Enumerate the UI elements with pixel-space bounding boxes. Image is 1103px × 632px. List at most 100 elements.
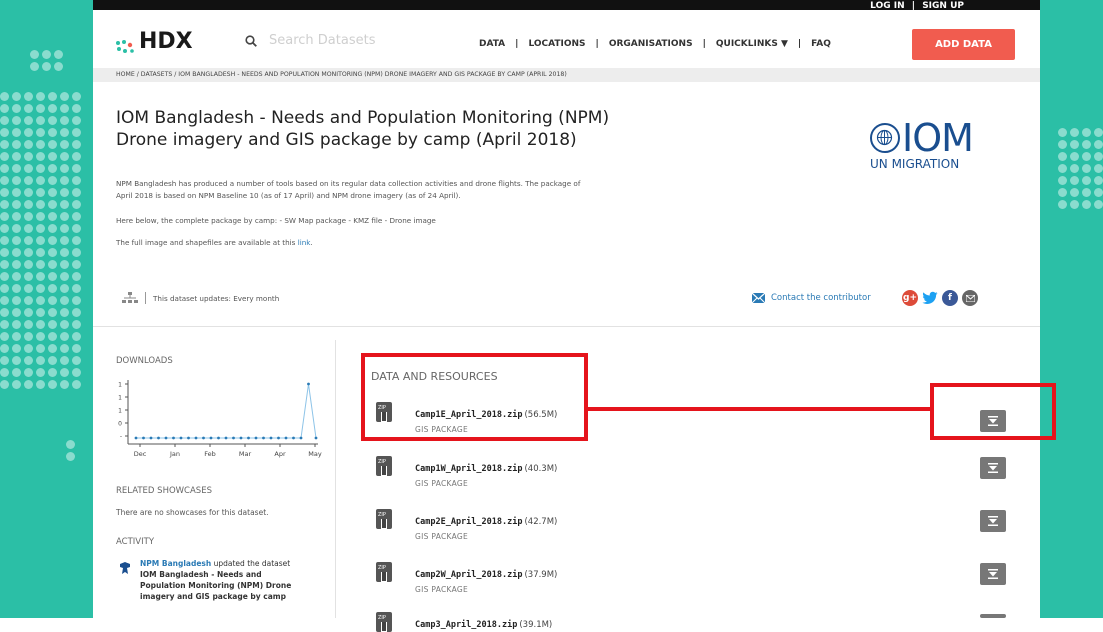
highlight-connector-line — [588, 407, 931, 411]
hdx-logo-icon — [115, 35, 135, 53]
dataset-description: NPM Bangladesh has produced a number of … — [116, 178, 726, 202]
resource-item[interactable]: ZIP Camp3_April_2018.zip (39.1M) — [376, 612, 552, 632]
search-input[interactable] — [267, 32, 391, 49]
nav-separator: | — [702, 39, 706, 49]
downloads-chart: 1 1 1 0 - Dec Jan Feb Mar Apr May — [118, 380, 322, 458]
chart-point — [142, 436, 145, 440]
downloads-heading: DOWNLOADS — [116, 356, 173, 366]
nav-separator: | — [797, 39, 802, 49]
shapefiles-link[interactable]: link — [298, 238, 311, 247]
left-dot-pattern — [30, 50, 63, 71]
resource-size: (37.9M) — [524, 570, 558, 580]
google-plus-icon[interactable]: g+ — [902, 290, 918, 306]
nav-faq[interactable]: FAQ — [811, 39, 831, 49]
hdx-logo-text: HDX — [139, 29, 193, 54]
chart-x-tick-label: May — [308, 450, 322, 458]
resource-name[interactable]: Camp2W_April_2018.zip — [415, 570, 522, 580]
left-background-panel — [0, 0, 93, 618]
download-button[interactable] — [980, 457, 1006, 479]
link-note-period: . — [310, 238, 313, 247]
chart-point — [254, 436, 258, 440]
chart-axes — [125, 380, 318, 447]
chart-x-tick-label: Jan — [169, 450, 180, 458]
chart-point — [269, 436, 273, 440]
nav-quicklinks[interactable]: QUICKLINKS ▼ — [716, 39, 788, 49]
highlight-box-download — [930, 383, 1056, 440]
resource-item[interactable]: ZIP Camp1W_April_2018.zip (40.3M) GIS PAC… — [376, 456, 557, 488]
link-note-text: The full image and shapefiles are availa… — [116, 238, 298, 247]
resource-name[interactable]: Camp2E_April_2018.zip — [415, 517, 522, 527]
download-button[interactable] — [980, 614, 1006, 618]
activity-heading: ACTIVITY — [116, 537, 155, 547]
resource-name[interactable]: Camp1W_April_2018.zip — [415, 464, 522, 474]
highlight-box-resource — [361, 353, 588, 441]
nav-data[interactable]: DATA — [479, 39, 505, 49]
download-button[interactable] — [980, 510, 1006, 532]
twitter-icon[interactable] — [922, 290, 938, 306]
zip-file-icon: ZIP — [376, 612, 392, 632]
activity-dataset-link[interactable]: IOM Bangladesh - Needs and Population Mo… — [140, 570, 291, 601]
chart-point — [232, 436, 235, 440]
activity-org-link[interactable]: NPM Bangladesh — [140, 559, 211, 568]
resource-item[interactable]: ZIP Camp2W_April_2018.zip (37.9M) GIS PAC… — [376, 562, 557, 594]
zip-file-icon: ZIP — [376, 562, 392, 582]
un-globe-icon — [870, 123, 900, 153]
account-links: LOG IN | SIGN UP — [866, 0, 964, 11]
chart-x-tick-label: Mar — [239, 450, 252, 458]
chart-point — [299, 436, 303, 440]
email-share-icon[interactable] — [962, 290, 978, 306]
nav-separator: | — [515, 39, 519, 49]
description-line2: April 2018 is based on NPM Baseline 10 (… — [116, 191, 461, 200]
chart-point — [292, 436, 295, 440]
chart-points — [134, 382, 318, 440]
chart-y-tick-label: 1 — [118, 408, 122, 415]
download-button[interactable] — [980, 563, 1006, 585]
chart-point — [277, 436, 280, 440]
main-nav: DATA | LOCATIONS | ORGANISATIONS | QUICK… — [479, 39, 831, 49]
download-icon — [988, 463, 998, 473]
section-divider — [93, 326, 1040, 327]
search-icon — [245, 34, 257, 47]
iom-logo-subtitle: UN MIGRATION — [870, 157, 960, 171]
search-box — [245, 32, 391, 49]
activity-text: NPM Bangladesh updated the dataset IOM B… — [140, 558, 305, 602]
nav-locations[interactable]: LOCATIONS — [528, 39, 585, 49]
chart-point — [314, 436, 318, 440]
chart-y-tick-labels: 1 1 1 0 - — [118, 382, 122, 441]
add-data-button[interactable]: ADD DATA — [912, 29, 1015, 60]
iom-logo-text: IOM — [902, 116, 974, 160]
resource-size: (39.1M) — [519, 620, 553, 630]
chart-point — [134, 436, 138, 440]
hdx-logo[interactable]: HDX — [115, 29, 193, 54]
description-line1: NPM Bangladesh has produced a number of … — [116, 179, 581, 188]
zip-file-icon: ZIP — [376, 509, 392, 529]
chart-point — [239, 436, 243, 440]
chart-point — [284, 436, 288, 440]
envelope-icon — [752, 293, 765, 303]
update-frequency-text: This dataset updates: Every month — [153, 293, 280, 303]
resource-size: (40.3M) — [524, 464, 558, 474]
page-title: IOM Bangladesh - Needs and Population Mo… — [116, 107, 716, 151]
chart-point — [187, 436, 190, 440]
facebook-icon[interactable]: f — [942, 290, 958, 306]
resource-name[interactable]: Camp3_April_2018.zip — [415, 620, 517, 630]
chart-point — [307, 382, 310, 386]
contact-contributor-link[interactable]: Contact the contributor — [752, 293, 871, 303]
left-dot-pattern-main — [0, 92, 81, 389]
dataset-package-note: Here below, the complete package by camp… — [116, 216, 436, 225]
download-icon — [988, 569, 998, 579]
left-dot-pattern-bottom — [66, 440, 75, 461]
nav-organisations[interactable]: ORGANISATIONS — [609, 39, 693, 49]
iom-logo[interactable]: IOM UN MIGRATION — [870, 116, 974, 171]
related-showcases-heading: RELATED SHOWCASES — [116, 486, 212, 496]
resource-type: GIS PACKAGE — [415, 532, 469, 541]
chart-point — [247, 436, 250, 440]
page-title-line2: Drone imagery and GIS package by camp (A… — [116, 130, 577, 150]
breadcrumb[interactable]: HOME / DATASETS / IOM BANGLADESH - NEEDS… — [93, 68, 1040, 82]
resource-item[interactable]: ZIP Camp2E_April_2018.zip (42.7M) GIS PAC… — [376, 509, 557, 541]
page-title-line1: IOM Bangladesh - Needs and Population Mo… — [116, 108, 610, 128]
chart-x-tick-labels: Dec Jan Feb Mar Apr May — [134, 450, 322, 458]
nav-separator: | — [595, 39, 599, 49]
hierarchy-icon — [122, 292, 138, 303]
share-buttons: g+ f — [902, 290, 978, 306]
